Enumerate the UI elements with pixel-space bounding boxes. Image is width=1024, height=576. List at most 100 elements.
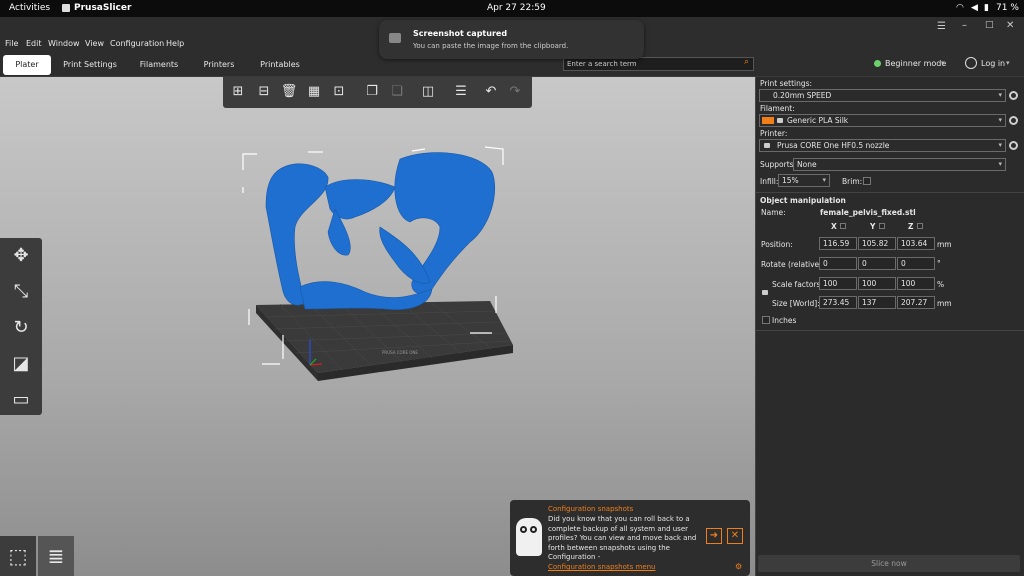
activities-button[interactable]: Activities [9, 3, 50, 13]
eye-icon [530, 526, 537, 533]
axis-y-label: Y [870, 222, 876, 231]
tab-plater[interactable]: Plater [3, 55, 51, 75]
undo-icon[interactable]: ↶ [482, 83, 500, 101]
user-icon[interactable] [965, 57, 977, 69]
lock-icon[interactable] [762, 290, 768, 295]
size-x-field[interactable]: 273.45 [819, 296, 857, 309]
preview-layers-icon[interactable]: ≣ [38, 536, 74, 576]
hint-settings-icon[interactable]: ⚙ [735, 562, 742, 571]
scale-z-field[interactable]: 100 [897, 277, 935, 290]
inches-checkbox[interactable] [762, 316, 770, 324]
axis-x-label: X [831, 222, 837, 231]
layers-editing-icon[interactable]: ☰ [452, 83, 470, 101]
hint-close-icon[interactable]: ✕ [727, 528, 743, 544]
menu-window[interactable]: Window [48, 39, 80, 48]
print-settings-combo[interactable]: 0.20mm SPEED ▾ [759, 89, 1006, 102]
top-toolbar: ⊞ ⊟ 🗑 ▦ ⊡ ❐ ❏ ◫ ☰ ↶ ↷ [223, 77, 532, 108]
gear-icon[interactable] [1009, 91, 1018, 100]
arrange-icon[interactable]: ▦ [305, 83, 323, 101]
place-on-face-icon[interactable]: ◪ [7, 350, 35, 378]
mode-selector[interactable]: Beginner mode [885, 59, 946, 68]
hint-link[interactable]: Configuration snapshots menu [548, 563, 656, 571]
position-z-field[interactable]: 103.64 [897, 237, 935, 250]
pelvis-model[interactable] [265, 152, 496, 310]
axis-y-color [879, 223, 885, 229]
menu-view[interactable]: View [85, 39, 104, 48]
battery-icon[interactable]: ▮ [984, 3, 989, 13]
measure-icon[interactable]: ▭ [7, 386, 35, 414]
lock-icon [777, 118, 783, 123]
redo-icon[interactable]: ↷ [506, 83, 524, 101]
battery-percent[interactable]: 71 % [996, 3, 1019, 13]
printer-label: Printer: [760, 129, 788, 138]
chevron-down-icon[interactable]: ▾ [941, 59, 945, 67]
menu-edit[interactable]: Edit [26, 39, 42, 48]
delete-icon[interactable]: ⊟ [255, 83, 273, 101]
menu-icon[interactable]: ☰ [937, 21, 946, 32]
filament-combo[interactable]: Generic PLA Silk ▾ [759, 114, 1006, 127]
size-unit: mm [937, 299, 952, 308]
filament-color-swatch [762, 117, 774, 124]
scale-unit: % [937, 280, 945, 289]
rotate-icon[interactable]: ↻ [7, 314, 35, 342]
volume-icon[interactable]: ◀ [971, 3, 978, 13]
size-y-field[interactable]: 137 [858, 296, 896, 309]
clock[interactable]: Apr 27 22:59 [487, 3, 546, 13]
tab-print-settings[interactable]: Print Settings [60, 55, 120, 75]
hint-notification: Configuration snapshots Did you know tha… [510, 500, 750, 576]
paste-icon[interactable]: ❏ [388, 83, 406, 101]
move-icon[interactable]: ✥ [7, 242, 35, 270]
scale-label: Scale factors: [772, 280, 823, 289]
close-icon[interactable]: ✕ [1006, 20, 1014, 31]
wifi-icon[interactable]: ◠ [956, 3, 964, 13]
slice-now-button[interactable]: Slice now [758, 555, 1020, 572]
axis-z-label: Z [908, 222, 914, 231]
hint-documentation-icon[interactable]: ➜ [706, 528, 722, 544]
scale-icon[interactable]: ⤡ [7, 278, 35, 306]
minimize-icon[interactable]: – [962, 20, 967, 31]
menu-configuration[interactable]: Configuration [110, 39, 164, 48]
inches-label: Inches [772, 316, 797, 325]
arrange-selection-icon[interactable]: ⊡ [330, 83, 348, 101]
brim-checkbox[interactable] [863, 177, 871, 185]
add-object-icon[interactable]: ⊞ [229, 83, 247, 101]
gear-icon[interactable] [1009, 141, 1018, 150]
chevron-down-icon: ▾ [998, 160, 1002, 168]
login-chevron-icon[interactable]: ▾ [1006, 59, 1010, 67]
login-button[interactable]: Log in [981, 59, 1005, 68]
maximize-icon[interactable]: □ [985, 20, 994, 30]
infill-value: 15% [782, 176, 799, 185]
printer-combo[interactable]: Prusa CORE One HF0.5 nozzle ▾ [759, 139, 1006, 152]
print-settings-value: 0.20mm SPEED [773, 91, 832, 100]
scale-x-field[interactable]: 100 [819, 277, 857, 290]
tab-printables[interactable]: Printables [255, 55, 305, 75]
rotate-x-field[interactable]: 0 [819, 257, 857, 270]
rotate-z-field[interactable]: 0 [897, 257, 935, 270]
infill-combo[interactable]: 15% ▾ [778, 174, 830, 187]
search-input[interactable]: Enter a search term [563, 57, 754, 71]
menu-help[interactable]: Help [166, 39, 184, 48]
bed-logo: PRUSA CORE ONE [382, 350, 418, 355]
scale-y-field[interactable]: 100 [858, 277, 896, 290]
chevron-down-icon: ▾ [998, 91, 1002, 99]
delete-all-icon[interactable]: 🗑 [280, 83, 298, 101]
position-x-field[interactable]: 116.59 [819, 237, 857, 250]
print-settings-label: Print settings: [760, 79, 813, 88]
add-instance-icon[interactable]: ◫ [419, 83, 437, 101]
print-bed [256, 301, 513, 373]
size-z-field[interactable]: 207.27 [897, 296, 935, 309]
menu-file[interactable]: File [5, 39, 18, 48]
search-icon[interactable]: ⌕ [744, 57, 749, 67]
gear-icon[interactable] [1009, 116, 1018, 125]
rotate-y-field[interactable]: 0 [858, 257, 896, 270]
app-name[interactable]: PrusaSlicer [74, 3, 131, 13]
tab-printers[interactable]: Printers [197, 55, 241, 75]
copy-icon[interactable]: ❐ [363, 83, 381, 101]
position-y-field[interactable]: 105.82 [858, 237, 896, 250]
screenshot-notification[interactable]: Screenshot captured You can paste the im… [379, 20, 644, 59]
3d-view-icon[interactable]: ⬚ [0, 536, 36, 576]
chevron-down-icon: ▾ [998, 141, 1002, 149]
supports-combo[interactable]: None ▾ [793, 158, 1006, 171]
mode-indicator-icon [874, 60, 881, 67]
tab-filaments[interactable]: Filaments [135, 55, 183, 75]
